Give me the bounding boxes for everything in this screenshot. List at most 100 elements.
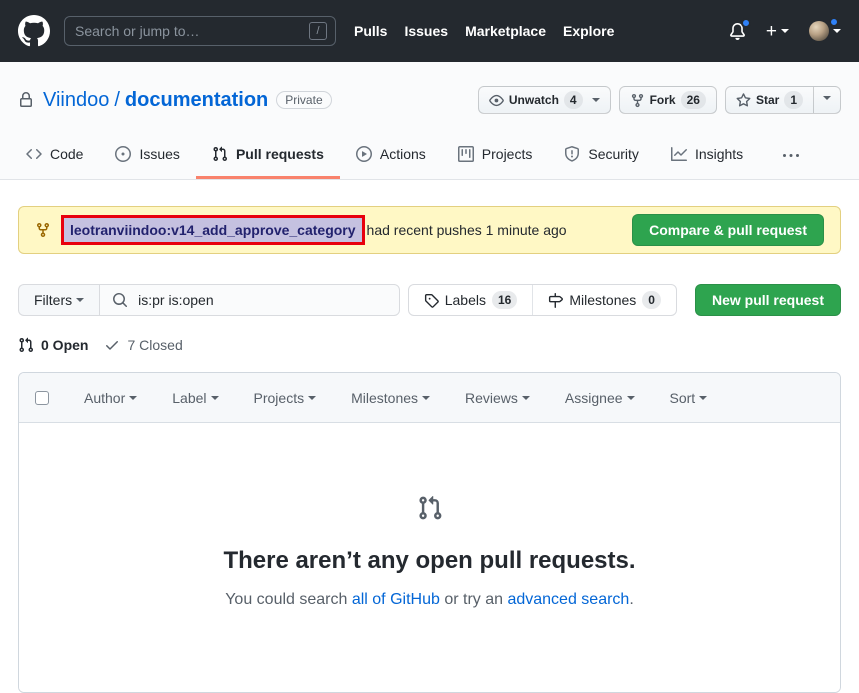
filter-bar: Filters Labels 16 Milestones 0 New pull … <box>18 284 841 316</box>
git-pull-request-icon <box>417 495 443 521</box>
compare-pull-request-button[interactable]: Compare & pull request <box>632 214 824 246</box>
repo-title-row: Viindoo / documentation Private Unwatch … <box>0 82 859 118</box>
chevron-down-icon <box>833 29 841 37</box>
create-new-button[interactable]: + <box>766 22 789 41</box>
github-logo-icon[interactable] <box>18 15 50 47</box>
repo-name-link[interactable]: documentation <box>125 89 268 112</box>
assignee-filter-menu[interactable]: Assignee <box>565 390 635 406</box>
shield-icon <box>565 146 580 162</box>
reviews-filter-menu[interactable]: Reviews <box>465 390 530 406</box>
tab-insights[interactable]: Insights <box>655 132 759 179</box>
main-content: leotranviindoo:v14_add_approve_category … <box>0 206 859 693</box>
advanced-search-link[interactable]: advanced search <box>507 591 629 608</box>
sort-filter-menu[interactable]: Sort <box>670 390 708 406</box>
tag-icon <box>424 293 439 308</box>
tab-issues[interactable]: Issues <box>99 132 195 179</box>
star-label: Star <box>755 93 780 107</box>
subtext-after: . <box>629 591 634 608</box>
milestones-button[interactable]: Milestones 0 <box>532 285 676 315</box>
issues-search[interactable] <box>99 284 400 316</box>
new-pull-request-button[interactable]: New pull request <box>694 284 841 316</box>
projects-filter-menu[interactable]: Projects <box>254 390 317 406</box>
chevron-down-icon <box>521 395 530 404</box>
menu-label: Assignee <box>564 389 623 406</box>
code-icon <box>26 148 42 160</box>
fork-label: Fork <box>649 93 676 107</box>
nav-issues[interactable]: Issues <box>404 23 448 39</box>
chevron-down-icon <box>422 395 431 404</box>
repo-actions: Unwatch 4 Fork 26 Star 1 <box>477 86 841 114</box>
tab-label: Projects <box>481 146 533 162</box>
milestone-icon <box>549 292 564 308</box>
search-icon <box>113 293 128 308</box>
header-search[interactable]: / <box>64 16 336 46</box>
chevron-down-icon <box>129 395 138 404</box>
chevron-down-icon <box>76 298 85 306</box>
lock-icon <box>18 92 34 108</box>
repo-tabs: Code Issues Pull requests Actions Projec… <box>0 132 859 179</box>
labels-milestones-group: Labels 16 Milestones 0 <box>407 284 677 316</box>
issues-search-input[interactable] <box>136 291 387 309</box>
tab-label: Issues <box>139 146 180 162</box>
select-all-checkbox[interactable] <box>35 390 49 405</box>
tabs-overflow-button[interactable] <box>767 148 815 164</box>
notification-dot <box>740 17 751 28</box>
branch-icon <box>35 222 51 238</box>
repo-separator: / <box>114 88 120 111</box>
notifications-bell-icon[interactable] <box>729 17 751 40</box>
table-header: Author Label Projects Milestones Reviews… <box>19 373 840 423</box>
repo-owner-link[interactable]: Viindoo <box>43 89 109 112</box>
tab-actions[interactable]: Actions <box>340 132 442 179</box>
filters-dropdown-button[interactable]: Filters <box>18 284 100 316</box>
chevron-down-icon <box>591 98 600 106</box>
subtext-before: You could search <box>225 591 352 608</box>
fork-icon <box>631 93 643 107</box>
chevron-down-icon <box>210 395 219 404</box>
issue-states-row: 0 Open 7 Closed <box>18 334 841 356</box>
closed-filter-link[interactable]: 7 Closed <box>104 337 183 353</box>
milestones-filter-menu[interactable]: Milestones <box>351 390 431 406</box>
open-filter-link[interactable]: 0 Open <box>18 337 88 353</box>
star-button[interactable]: Star 1 <box>726 87 813 113</box>
menu-label: Projects <box>253 389 305 406</box>
author-filter-menu[interactable]: Author <box>84 389 138 406</box>
tab-pull-requests[interactable]: Pull requests <box>195 132 340 179</box>
tab-label: Code <box>50 146 84 162</box>
tab-security[interactable]: Security <box>548 132 655 179</box>
recent-push-banner: leotranviindoo:v14_add_approve_category … <box>18 206 841 254</box>
chevron-down-icon <box>823 96 831 104</box>
tab-code[interactable]: Code <box>10 132 99 179</box>
closed-count-label: 7 Closed <box>127 337 183 353</box>
avatar-notification-dot <box>829 17 839 27</box>
star-icon <box>736 92 751 107</box>
nav-explore[interactable]: Explore <box>563 23 614 39</box>
check-icon <box>106 341 119 350</box>
label-filter-menu[interactable]: Label <box>172 389 219 406</box>
star-button-group: Star 1 <box>724 86 841 114</box>
labels-count: 16 <box>492 291 518 309</box>
avatar <box>809 21 829 41</box>
all-github-link[interactable]: all of GitHub <box>352 591 440 608</box>
star-dropdown-button[interactable] <box>813 87 840 113</box>
pull-requests-table: Author Label Projects Milestones Reviews… <box>18 372 841 693</box>
labels-button[interactable]: Labels 16 <box>409 285 533 315</box>
chevron-down-icon <box>699 395 708 404</box>
chevron-down-icon <box>781 29 789 37</box>
header-right: + <box>729 17 841 41</box>
empty-state: There aren’t any open pull requests. You… <box>19 423 840 692</box>
fork-button[interactable]: Fork 26 <box>618 86 717 114</box>
unwatch-button[interactable]: Unwatch 4 <box>477 86 611 114</box>
header-search-input[interactable] <box>73 22 309 40</box>
project-icon <box>457 146 474 162</box>
header-nav: Pulls Issues Marketplace Explore <box>354 23 614 39</box>
menu-label: Label <box>172 389 207 406</box>
nav-marketplace[interactable]: Marketplace <box>465 23 546 39</box>
user-menu[interactable] <box>809 17 841 41</box>
nav-pulls[interactable]: Pulls <box>354 23 387 39</box>
unwatch-label: Unwatch <box>508 93 559 107</box>
menu-label: Author <box>84 389 126 406</box>
branch-name-highlighted[interactable]: leotranviindoo:v14_add_approve_category <box>61 215 365 245</box>
tab-projects[interactable]: Projects <box>442 132 549 179</box>
milestones-label: Milestones <box>569 292 637 308</box>
kebab-horizontal-icon <box>783 153 800 157</box>
